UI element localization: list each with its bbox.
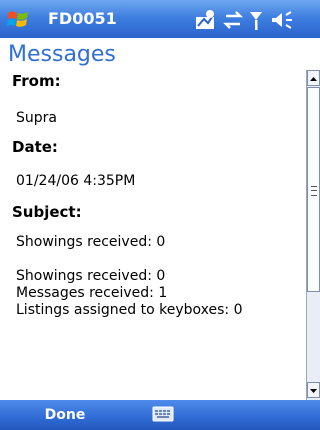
body-line-messages: Messages received: 1 xyxy=(16,285,168,301)
message-details: From: Supra Date: 01/24/06 4:35PM Subjec… xyxy=(0,70,304,400)
title-bar: FD0051 xyxy=(0,0,320,38)
scroll-thumb[interactable] xyxy=(307,87,320,292)
scroll-down-button[interactable] xyxy=(307,382,320,398)
arrow-up-icon xyxy=(310,77,317,81)
grip-icon xyxy=(311,186,317,196)
body-line-showings: Showings received: 0 xyxy=(16,268,166,284)
volume-icon[interactable] xyxy=(272,11,292,29)
window-title: FD0051 xyxy=(48,9,117,28)
page-title: Messages xyxy=(8,42,116,67)
data-transfer-icon[interactable] xyxy=(222,11,244,29)
subject-label: Subject: xyxy=(12,203,82,221)
vertical-scrollbar[interactable] xyxy=(306,70,320,400)
arrow-down-icon xyxy=(310,389,317,393)
connectivity-icon[interactable] xyxy=(196,10,214,29)
signal-icon[interactable] xyxy=(250,12,262,30)
status-icons xyxy=(196,8,316,32)
body-line-listings: Listings assigned to keyboxes: 0 xyxy=(16,302,243,318)
keyboard-icon[interactable] xyxy=(152,405,174,423)
from-label: From: xyxy=(12,72,61,90)
message-body: Showings received: 0 Messages received: … xyxy=(16,268,243,319)
date-label: Date: xyxy=(12,138,58,156)
from-value: Supra xyxy=(16,110,57,126)
subject-value: Showings received: 0 xyxy=(16,234,166,250)
date-value: 01/24/06 4:35PM xyxy=(16,173,136,189)
menu-bar: Done xyxy=(0,400,320,430)
windows-flag-icon[interactable] xyxy=(6,9,30,31)
scroll-up-button[interactable] xyxy=(307,70,320,86)
done-button[interactable]: Done xyxy=(30,405,100,425)
